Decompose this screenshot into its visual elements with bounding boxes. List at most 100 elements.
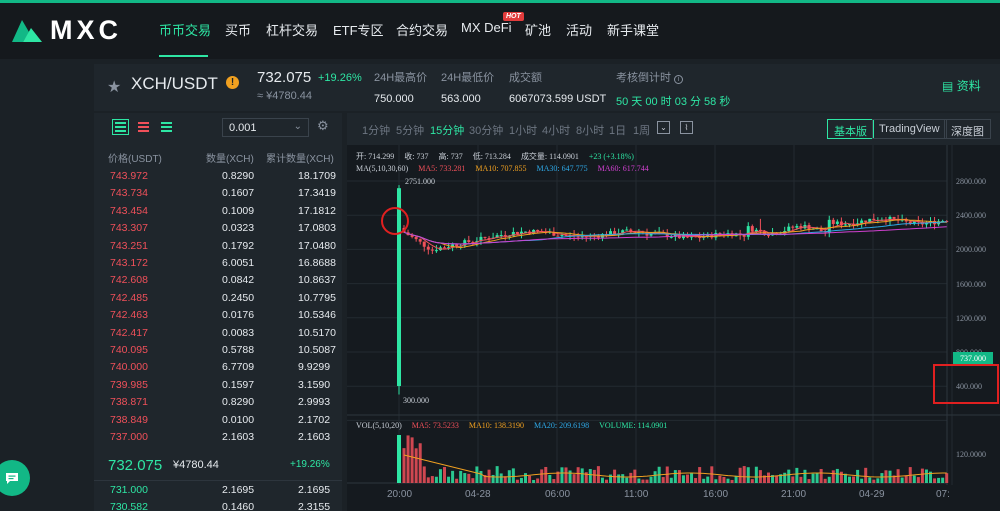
ask-price: 743.251 — [110, 239, 148, 252]
candle-body — [791, 226, 795, 228]
volume-bar — [471, 478, 475, 483]
trading-pair[interactable]: XCH/USDT — [131, 74, 218, 94]
mxc-logo[interactable]: MXC — [10, 15, 122, 45]
book-both-icon[interactable] — [112, 119, 129, 135]
candle-body — [625, 229, 629, 231]
book-asks-icon[interactable] — [135, 119, 152, 135]
nav-etf-zone[interactable]: ETF专区 — [333, 20, 384, 39]
interval-tab[interactable]: 4小时 — [542, 122, 570, 138]
ask-row[interactable]: 743.734 0.1607 17.3419 — [94, 185, 342, 202]
gear-icon[interactable]: ⚙ — [317, 118, 329, 134]
book-divider — [94, 480, 342, 481]
nav-spot-trading[interactable]: 币币交易 — [159, 20, 211, 39]
ask-total: 2.1603 — [298, 431, 331, 443]
ask-row[interactable]: 742.417 0.0083 10.5170 — [94, 325, 342, 342]
volume-bar — [552, 479, 556, 483]
low-marker-label: 300.000 — [403, 396, 429, 405]
info-icon[interactable]: ! — [226, 76, 239, 89]
stat-value: 6067073.599 USDT — [509, 93, 607, 105]
bid-total: 2.1695 — [298, 484, 331, 496]
interval-tab[interactable]: 1周 — [633, 122, 650, 138]
ask-total: 17.0803 — [298, 222, 336, 235]
hot-badge: HOT — [503, 12, 524, 21]
ask-row[interactable]: 743.307 0.0323 17.0803 — [94, 220, 342, 237]
interval-tab[interactable]: 8小时 — [576, 122, 604, 138]
chevron-down-icon: ⌄ — [293, 121, 302, 132]
volume-bar — [455, 478, 459, 483]
volume-bar — [560, 467, 564, 483]
x-axis-tick: 11:00 — [624, 489, 649, 500]
interval-tab[interactable]: 15分钟 — [430, 122, 464, 138]
ask-row[interactable]: 743.172 6.0051 16.8688 — [94, 255, 342, 272]
ask-row[interactable]: 738.871 0.8290 2.9993 — [94, 394, 342, 411]
ask-row[interactable]: 743.972 0.8290 18.1709 — [94, 168, 342, 185]
y-axis-tick: 2000.000 — [956, 245, 986, 255]
ask-amount: 0.5788 — [222, 344, 255, 356]
volume-bar — [937, 477, 941, 483]
favorite-star-icon[interactable]: ★ — [107, 77, 121, 97]
docs-label: 资料 — [956, 79, 981, 93]
precision-select[interactable]: 0.001 ⌄ — [222, 118, 309, 137]
candlestick-chart[interactable]: 开: 714.299 收: 737 高: 737 低: 713.284 成交量: 114… — [347, 145, 1000, 511]
volume-bar — [795, 467, 799, 483]
ask-total: 2.1702 — [298, 413, 331, 426]
volume-bar — [621, 474, 625, 483]
stat-label: 成交额 — [509, 72, 542, 84]
indicator-chart-icon[interactable]: ⌇ — [680, 121, 693, 134]
ask-row[interactable]: 739.985 0.1597 3.1590 — [94, 377, 342, 394]
volume-bar — [852, 476, 856, 483]
interval-tab[interactable]: 1小时 — [509, 122, 537, 138]
nav-futures[interactable]: 合约交易 — [396, 20, 448, 39]
volume-bar — [904, 475, 908, 483]
ask-price: 737.000 — [110, 431, 148, 443]
interval-tab[interactable]: 1分钟 — [362, 122, 390, 138]
candle-body — [827, 219, 831, 233]
interval-tab[interactable]: 1日 — [609, 122, 626, 138]
nav-mining-pool[interactable]: 矿池 — [525, 20, 551, 39]
volume-bar — [459, 470, 463, 483]
countdown-info-icon[interactable]: i — [674, 75, 684, 84]
ask-amount: 0.1792 — [222, 239, 255, 252]
more-intervals-chevron-icon[interactable]: ⌄ — [657, 121, 670, 134]
nav-mx-defi[interactable]: MX DeFi HOT — [461, 12, 524, 35]
left-gutter — [0, 59, 92, 511]
nav-buy-crypto[interactable]: 买币 — [225, 20, 251, 39]
nav-mx-defi-label: MX DeFi — [461, 20, 512, 35]
ask-price: 743.454 — [110, 204, 148, 217]
ask-row[interactable]: 743.251 0.1792 17.0480 — [94, 238, 342, 255]
stat-volume: 成交额 6067073.599 USDT — [509, 69, 606, 105]
interval-tab[interactable]: 5分钟 — [396, 122, 424, 138]
ask-row[interactable]: 740.095 0.5788 10.5087 — [94, 342, 342, 359]
ask-total: 10.7795 — [298, 291, 336, 304]
bid-row[interactable]: 731.000 2.1695 2.1695 — [94, 482, 342, 499]
legend-ma10: MA10: 707.855 — [475, 164, 527, 173]
volume-bar — [669, 477, 673, 483]
x-axis-tick: 06:00 — [545, 489, 571, 500]
ask-row[interactable]: 737.000 2.1603 2.1603 — [94, 429, 342, 446]
volume-bar — [649, 476, 653, 483]
x-axis-tick: 07: — [936, 489, 950, 500]
ask-row[interactable]: 738.849 0.0100 2.1702 — [94, 412, 342, 429]
view-basic-button[interactable]: 基本版 — [827, 119, 874, 139]
nav-margin-trading[interactable]: 杠杆交易 — [266, 20, 318, 39]
view-depth-button[interactable]: 深度图 — [944, 119, 991, 139]
ask-row[interactable]: 742.463 0.0176 10.5346 — [94, 307, 342, 324]
nav-activities[interactable]: 活动 — [566, 20, 592, 39]
ask-row[interactable]: 742.608 0.0842 10.8637 — [94, 272, 342, 289]
nav-beginner-class[interactable]: 新手课堂 — [607, 20, 659, 39]
ask-row[interactable]: 742.485 0.2450 10.7795 — [94, 290, 342, 307]
book-view-toggles — [112, 119, 175, 135]
volume-bar — [397, 435, 401, 483]
view-tradingview-button[interactable]: TradingView — [872, 119, 947, 139]
bid-row[interactable]: 730.582 0.1460 2.3155 — [94, 499, 342, 511]
ask-total: 17.0480 — [298, 239, 336, 252]
ask-row[interactable]: 743.454 0.1009 17.1812 — [94, 203, 342, 220]
candle-body — [831, 219, 835, 224]
book-bids-icon[interactable] — [158, 119, 175, 135]
interval-tab[interactable]: 30分钟 — [469, 122, 503, 138]
volume-bar — [681, 475, 685, 483]
stat-countdown: 考核倒计时 i 50 天 00 时 03 分 58 秒 — [616, 69, 730, 109]
docs-link[interactable]: ▤ 资料 — [942, 77, 981, 94]
chart-canvas[interactable] — [347, 145, 1000, 511]
ask-row[interactable]: 740.000 6.7709 9.9299 — [94, 359, 342, 376]
